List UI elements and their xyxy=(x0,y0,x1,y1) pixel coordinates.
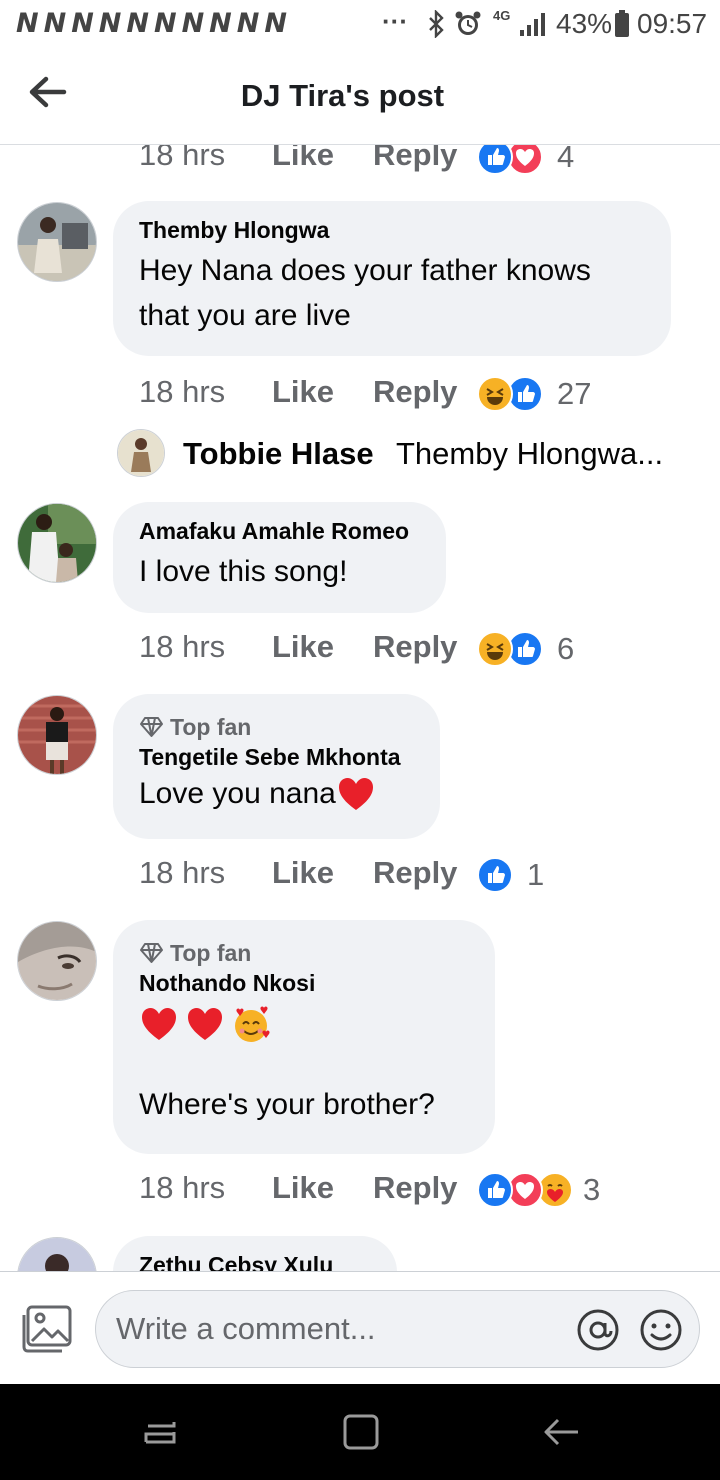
comment-input[interactable] xyxy=(116,1291,556,1367)
reaction-count: 6 xyxy=(557,631,575,666)
diamond-icon xyxy=(140,943,163,963)
page-title: DJ Tira's post xyxy=(240,78,445,113)
comment-time: 18 hrs xyxy=(139,145,226,172)
heart-emoji xyxy=(188,1008,222,1040)
top-fan-label: Top fan xyxy=(170,939,252,966)
system-nav-bar xyxy=(0,1384,720,1480)
avatar[interactable] xyxy=(17,695,97,775)
avatar[interactable] xyxy=(17,921,97,1001)
comment-text-row: Love you nana xyxy=(139,771,414,816)
like-button[interactable]: Like xyxy=(272,374,334,410)
reply-text: Themby Hlongwa... xyxy=(396,436,664,471)
clock: 09:57 xyxy=(637,8,708,39)
comment-text: Hey Nana does your father knows xyxy=(139,254,591,287)
home-icon[interactable] xyxy=(341,1412,381,1452)
bluetooth-icon xyxy=(429,10,444,38)
reply-author[interactable]: Tobbie Hlase xyxy=(183,436,374,472)
like-button[interactable]: Like xyxy=(272,145,334,173)
battery-icon xyxy=(615,10,629,37)
diamond-icon xyxy=(140,717,163,737)
comment-bubble[interactable]: Top fan Nothando Nkosi Where's your brot… xyxy=(113,920,495,1154)
like-button[interactable]: Like xyxy=(272,1170,334,1206)
top-fan-label: Top fan xyxy=(170,713,252,740)
top-fan-badge: Top fan xyxy=(139,936,469,970)
like-icon xyxy=(477,1172,513,1208)
reaction-count: 1 xyxy=(527,857,545,892)
emoji-icon[interactable] xyxy=(639,1308,683,1352)
comment-author[interactable]: Themby Hlongwa xyxy=(139,217,645,244)
comment-bubble[interactable]: Zethu Cebsy Xulu xyxy=(113,1236,397,1271)
haha-icon xyxy=(477,376,513,412)
recent-apps-icon[interactable] xyxy=(140,1412,180,1452)
avatar[interactable] xyxy=(17,202,97,282)
comment-bubble[interactable]: Top fan Tengetile Sebe Mkhonta Love you … xyxy=(113,694,440,839)
back-nav-icon[interactable] xyxy=(542,1412,582,1452)
reaction-count: 3 xyxy=(583,1172,601,1207)
comment-text: Where's your brother? xyxy=(139,1088,435,1121)
comment-author[interactable]: Zethu Cebsy Xulu xyxy=(139,1252,371,1271)
top-fan-badge: Top fan xyxy=(139,710,414,744)
comment-time: 18 hrs xyxy=(139,374,226,409)
mention-icon[interactable] xyxy=(576,1308,620,1352)
haha-icon xyxy=(477,631,513,667)
comment-time: 18 hrs xyxy=(139,855,226,890)
comment-text: Love you nana xyxy=(139,777,336,810)
reaction-count: 27 xyxy=(557,376,592,411)
overflow-dots-icon: ··· xyxy=(382,6,408,36)
reaction-count: 4 xyxy=(557,145,575,174)
like-icon xyxy=(477,145,513,175)
post-header: DJ Tira's post xyxy=(0,50,720,145)
comment-author[interactable]: Amafaku Amahle Romeo xyxy=(139,518,420,545)
photo-gallery-icon[interactable] xyxy=(20,1305,72,1353)
smiling-face-with-hearts-emoji xyxy=(235,1006,270,1042)
avatar xyxy=(117,429,165,477)
avatar[interactable] xyxy=(17,1237,97,1271)
comment-text: that you are live xyxy=(139,299,351,332)
comment-time: 18 hrs xyxy=(139,629,226,664)
comment-bubble[interactable]: Amafaku Amahle Romeo I love this song! xyxy=(113,502,446,613)
heart-emoji xyxy=(338,777,373,810)
comment-time: 18 hrs xyxy=(139,1170,226,1205)
emoji-row xyxy=(139,1001,469,1047)
comment-box[interactable] xyxy=(95,1290,700,1368)
alarm-icon xyxy=(455,11,481,35)
heart-emoji xyxy=(142,1008,176,1040)
reply-button[interactable]: Reply xyxy=(373,629,457,665)
signal-icon xyxy=(520,13,545,36)
comment-bubble[interactable]: Themby Hlongwa Hey Nana does your father… xyxy=(113,201,671,356)
network-type: 4G xyxy=(493,8,511,23)
like-icon xyxy=(477,857,513,893)
battery-percent: 43% xyxy=(556,8,613,39)
status-bar: NNNNNNNNNN ··· 4G 43% 09:57 xyxy=(0,0,720,50)
reply-button[interactable]: Reply xyxy=(373,374,457,410)
comment-feed[interactable]: 18 hrs Like Reply 4 Themby Hlongwa Hey N… xyxy=(0,145,720,1271)
comment-author[interactable]: Nothando Nkosi xyxy=(139,970,469,997)
reply-button[interactable]: Reply xyxy=(373,855,457,891)
comment-author[interactable]: Tengetile Sebe Mkhonta xyxy=(139,744,414,771)
reply-button[interactable]: Reply xyxy=(373,1170,457,1206)
like-button[interactable]: Like xyxy=(272,629,334,665)
comment-composer xyxy=(0,1271,720,1385)
avatar[interactable] xyxy=(17,503,97,583)
comment-text: I love this song! xyxy=(139,555,348,588)
notification-icons: NNNNNNNNNN xyxy=(16,8,292,39)
reply-button[interactable]: Reply xyxy=(373,145,457,173)
like-button[interactable]: Like xyxy=(272,855,334,891)
